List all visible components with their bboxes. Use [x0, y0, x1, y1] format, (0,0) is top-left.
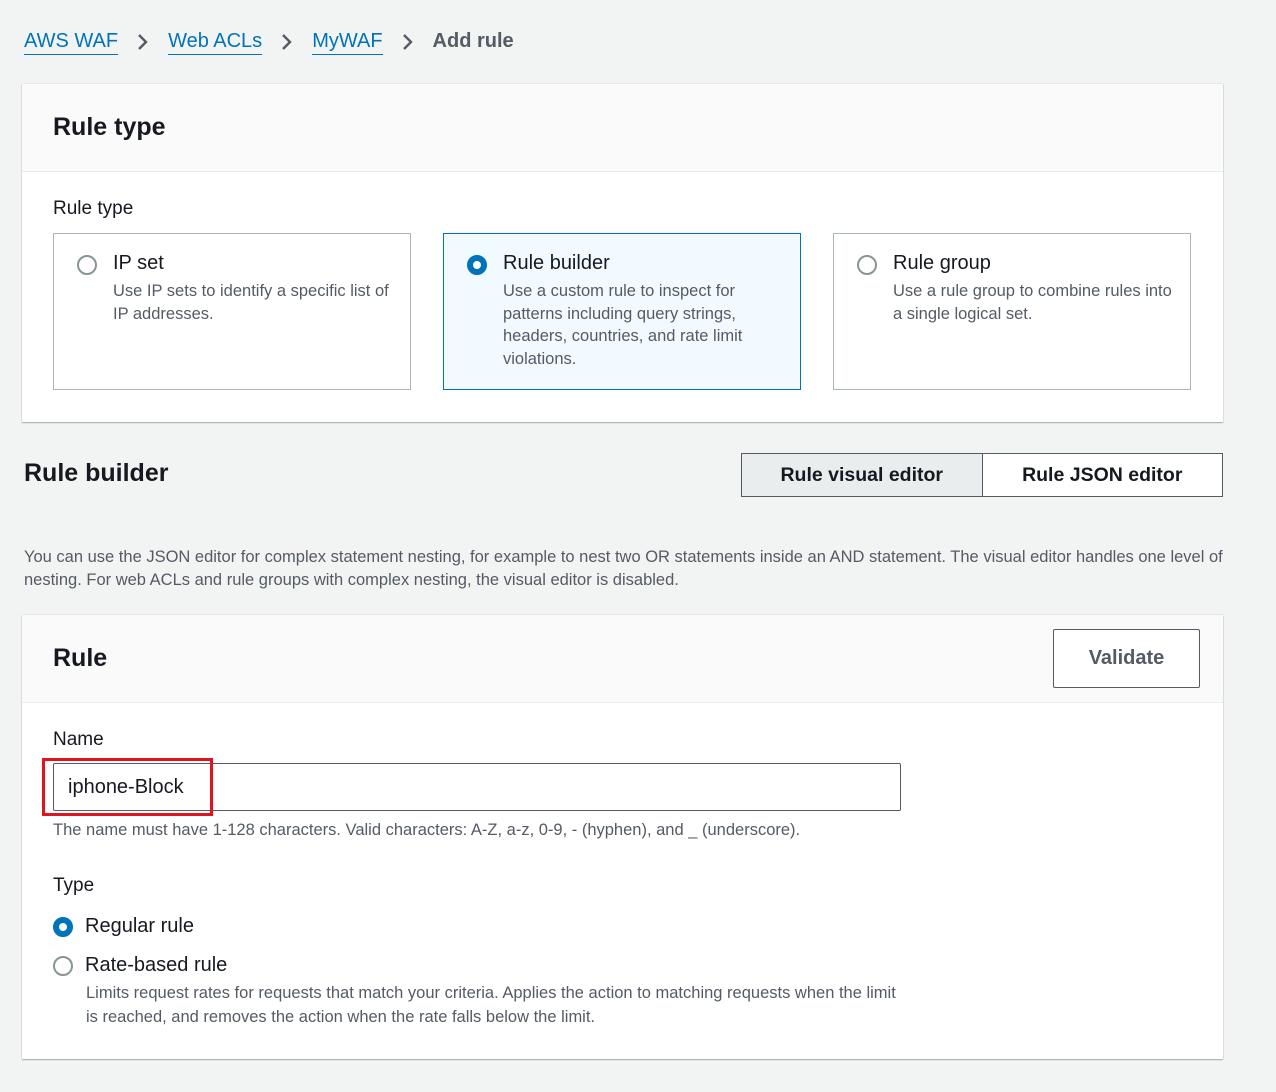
breadcrumb-aws-waf-link[interactable]: AWS WAF	[24, 28, 119, 55]
rule-type-panel-title: Rule type	[53, 113, 166, 141]
rule-panel-header: Rule Validate	[22, 615, 1223, 703]
rule-panel: Rule Validate Name The name must have 1-…	[22, 615, 1223, 1059]
tile-ip-set-title: IP set	[113, 252, 164, 274]
tile-rule-builder[interactable]: Rule builder Use a custom rule to inspec…	[443, 233, 801, 390]
chevron-right-icon	[401, 33, 415, 50]
tile-rule-group-title: Rule group	[893, 252, 991, 274]
rule-type-field-label: Rule type	[53, 198, 134, 219]
editor-mode-toggle: Rule visual editor Rule JSON editor	[741, 453, 1223, 497]
tile-rule-builder-title: Rule builder	[503, 252, 610, 274]
name-input-wrapper	[53, 763, 901, 811]
tile-rule-builder-description: Use a custom rule to inspect for pattern…	[503, 282, 743, 368]
editor-help-text: You can use the JSON editor for complex …	[24, 548, 1223, 589]
validate-button[interactable]: Validate	[1053, 629, 1200, 688]
name-constraint-text: The name must have 1-128 characters. Val…	[53, 821, 801, 839]
tile-rule-group-description: Use a rule group to combine rules into a…	[893, 282, 1172, 323]
ip-set-radio[interactable]	[77, 255, 97, 275]
rule-type-panel-header: Rule type	[22, 84, 1223, 172]
breadcrumb-mywaf-link[interactable]: MyWAF	[312, 28, 383, 55]
rule-builder-radio[interactable]	[467, 255, 487, 275]
rule-name-input[interactable]	[54, 764, 900, 810]
rate-based-rule-radio[interactable]	[53, 955, 73, 976]
rate-based-rule-option[interactable]: Rate-based rule	[53, 954, 227, 977]
tile-rule-group[interactable]: Rule group Use a rule group to combine r…	[833, 233, 1191, 390]
rule-panel-title: Rule	[53, 644, 108, 672]
chevron-right-icon	[136, 33, 150, 50]
regular-rule-label: Regular rule	[85, 915, 194, 937]
tile-ip-set-description: Use IP sets to identify a specific list …	[113, 282, 389, 323]
tile-ip-set[interactable]: IP set Use IP sets to identify a specifi…	[53, 233, 411, 390]
breadcrumb: AWS WAF Web ACLs MyWAF Add rule	[24, 28, 514, 55]
rate-based-rule-label: Rate-based rule	[85, 954, 228, 976]
rate-based-rule-description: Limits request rates for requests that m…	[86, 984, 896, 1026]
regular-rule-option[interactable]: Regular rule	[53, 915, 194, 938]
rule-type-panel: Rule type Rule type IP set Use IP sets t…	[22, 84, 1223, 422]
rule-builder-title: Rule builder	[24, 459, 169, 487]
breadcrumb-web-acls-link[interactable]: Web ACLs	[168, 28, 263, 55]
rule-group-radio[interactable]	[857, 255, 877, 275]
chevron-right-icon	[280, 33, 294, 50]
regular-rule-radio[interactable]	[53, 916, 73, 937]
breadcrumb-current: Add rule	[432, 30, 514, 52]
type-field-label: Type	[53, 875, 95, 896]
rule-json-editor-tab[interactable]: Rule JSON editor	[982, 454, 1222, 496]
rule-visual-editor-tab[interactable]: Rule visual editor	[742, 454, 983, 496]
name-field-label: Name	[53, 729, 104, 750]
